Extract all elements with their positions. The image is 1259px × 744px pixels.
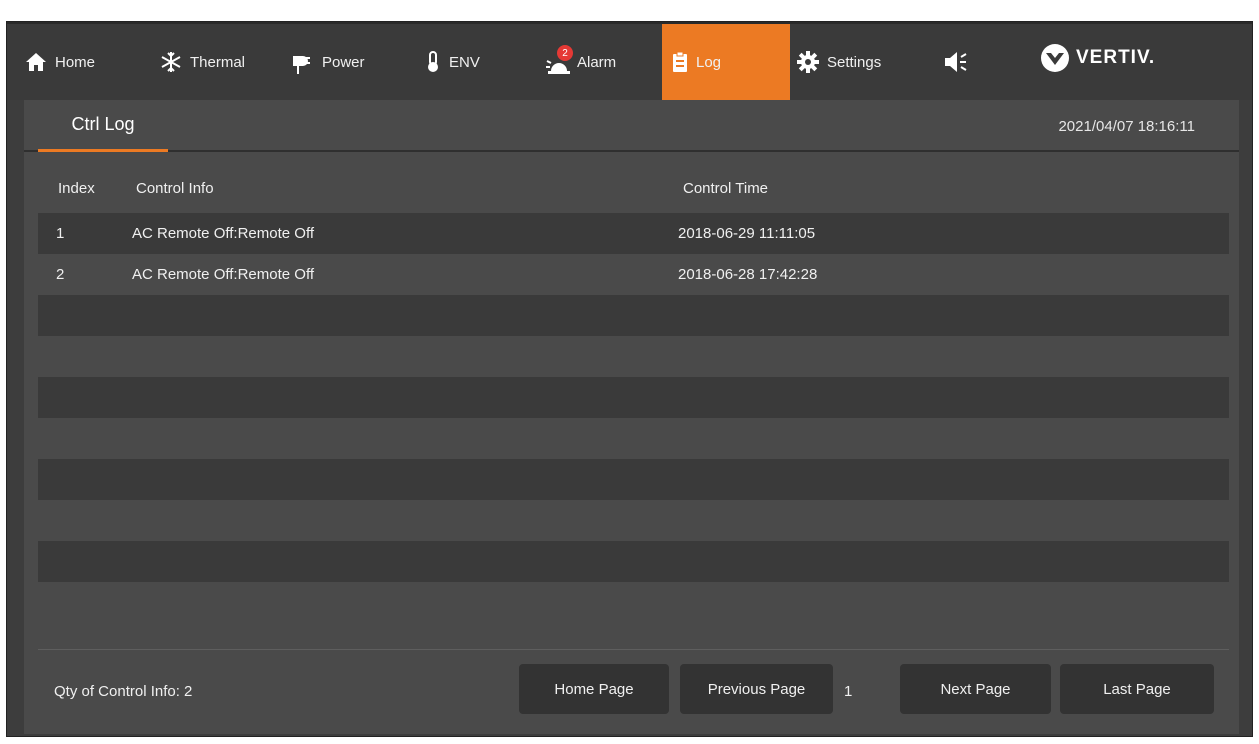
empty-row [38,541,1229,582]
table-row: 2 AC Remote Off:Remote Off 2018-06-28 17… [38,254,1229,295]
empty-row [38,377,1229,418]
speaker-icon [945,52,967,72]
app-frame: Home Thermal Power ENV 2 Alarm Log Setti… [6,21,1253,737]
table-header: Index Control Info Control Time [38,174,1229,200]
nav-power[interactable]: Power [290,24,365,100]
empty-row [38,295,1229,336]
nav-thermal-label: Thermal [190,53,246,71]
ctrl-log-panel: Ctrl Log 2021/04/07 18:16:11 Index Contr… [24,100,1239,734]
power-plug-icon [293,56,310,74]
previous-page-button[interactable]: Previous Page [680,664,833,714]
home-page-button[interactable]: Home Page [519,664,669,714]
home-icon [26,53,46,71]
nav-env-label: ENV [449,53,480,71]
nav-settings-label: Settings [827,53,882,71]
vertiv-logo-text: VERTIV. [1076,47,1156,68]
alarm-count-badge: 2 [557,45,573,61]
nav-power-label: Power [322,53,365,71]
sound-toggle[interactable] [944,24,976,100]
nav-settings[interactable]: Settings [797,24,881,100]
next-page-button[interactable]: Next Page [900,664,1051,714]
snowflake-icon [161,52,181,72]
empty-row [38,418,1229,459]
nav-alarm-label: Alarm [577,53,617,71]
clipboard-icon [673,51,687,72]
row-control-info: AC Remote Off:Remote Off [132,266,315,283]
last-page-button[interactable]: Last Page [1060,664,1214,714]
table-row: 1 AC Remote Off:Remote Off 2018-06-29 11… [38,213,1229,254]
row-index: 2 [56,266,65,283]
gear-icon [797,51,819,73]
header-control-time: Control Time [683,180,769,197]
qty-control-info: Qty of Control Info: 2 [54,683,193,700]
empty-row [38,500,1229,541]
nav-log-label: Log [696,53,722,71]
row-control-time: 2018-06-29 11:11:05 [678,225,816,242]
header-control-info: Control Info [136,180,214,197]
empty-row [38,336,1229,377]
page-number: 1 [844,683,853,700]
nav-thermal[interactable]: Thermal [160,24,245,100]
footer-divider [38,649,1229,650]
current-datetime: 2021/04/07 18:16:11 [1058,118,1195,135]
vertiv-logo: VERTIV. [1040,43,1155,73]
empty-row [38,459,1229,500]
table-body: 1 AC Remote Off:Remote Off 2018-06-29 11… [38,213,1229,582]
nav-env[interactable]: ENV [425,24,480,100]
thermometer-icon [428,51,438,72]
top-nav-bar: Home Thermal Power ENV 2 Alarm Log Setti… [7,22,1252,110]
nav-home-label: Home [55,53,96,71]
row-index: 1 [56,225,65,242]
nav-home[interactable]: Home [25,24,95,100]
nav-alarm[interactable]: 2 Alarm [545,24,616,100]
nav-log[interactable]: Log [662,24,790,110]
row-control-time: 2018-06-28 17:42:28 [678,266,818,283]
row-control-info: AC Remote Off:Remote Off [132,225,315,242]
panel-header: Ctrl Log 2021/04/07 18:16:11 [24,100,1239,152]
tab-ctrl-log[interactable]: Ctrl Log [38,100,168,152]
alarm-icon-wrap: 2 [545,45,573,75]
header-index: Index [58,180,95,197]
vertiv-logo-mark-icon [1041,44,1069,72]
